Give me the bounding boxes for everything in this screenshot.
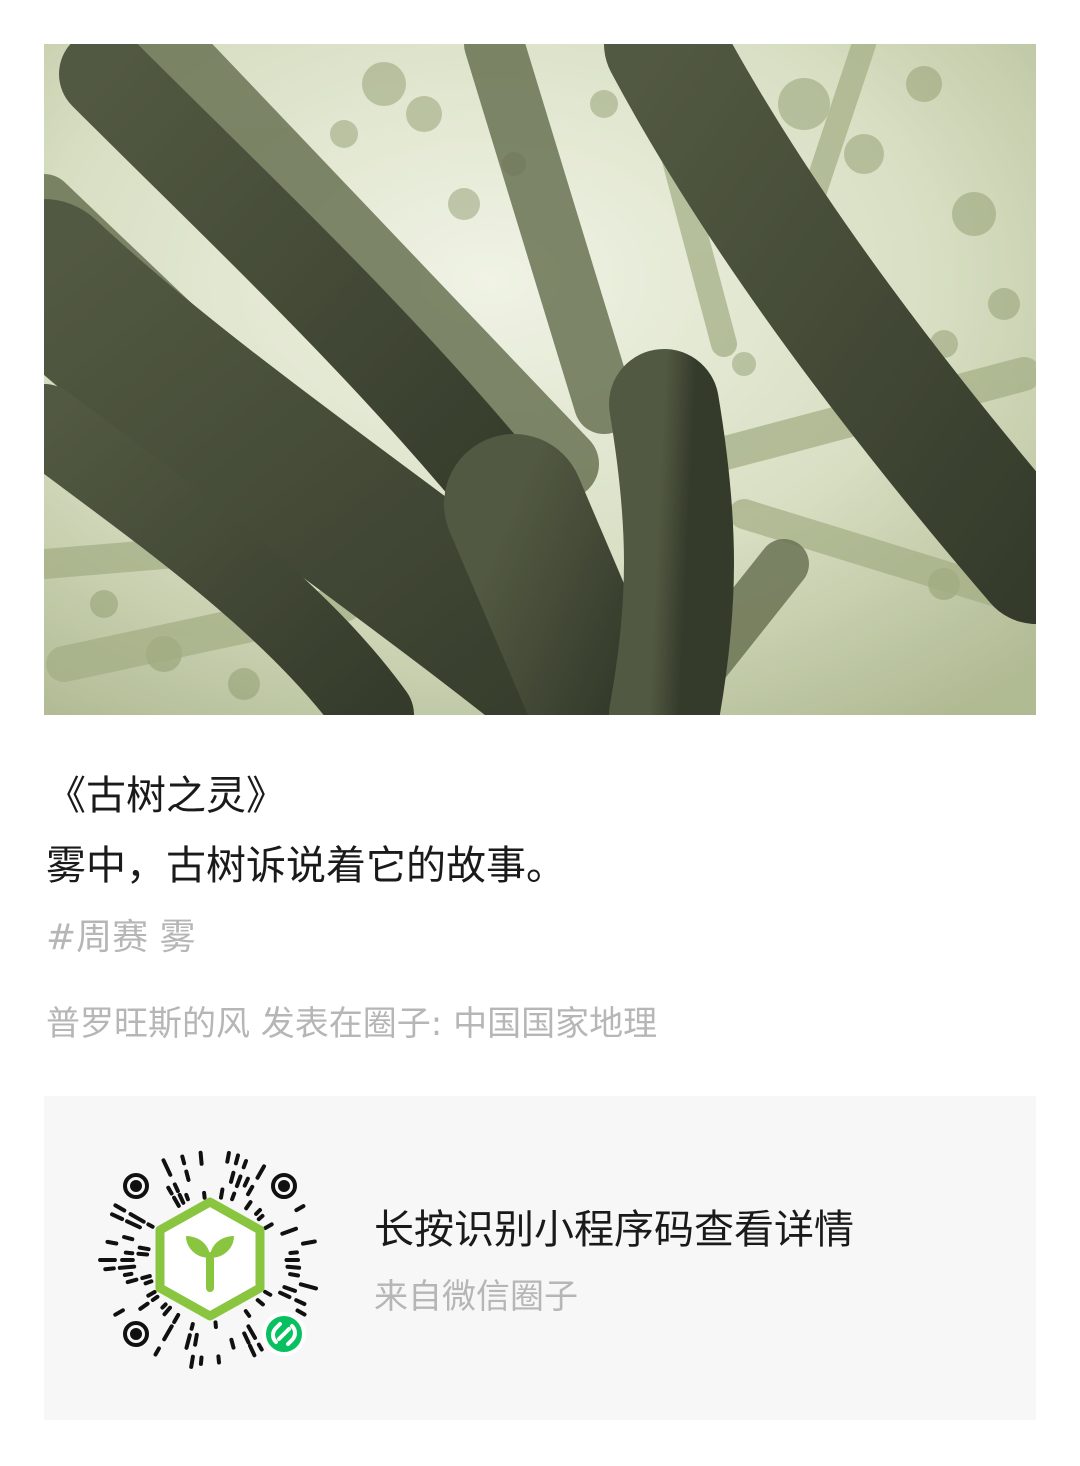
- code-dash: [288, 1250, 299, 1255]
- sprout-in-hexagon-icon: [155, 1197, 265, 1321]
- code-dash: [233, 1153, 240, 1166]
- code-dash: [189, 1322, 195, 1331]
- post-tags[interactable]: #周赛 雾: [46, 912, 196, 964]
- code-dash: [216, 1354, 221, 1365]
- code-dash: [136, 1251, 150, 1257]
- code-dash: [254, 1208, 262, 1216]
- code-dash: [125, 1277, 139, 1285]
- code-dash: [198, 1355, 204, 1366]
- code-dash: [166, 1185, 174, 1196]
- code-dash: [193, 1332, 199, 1347]
- code-dash: [150, 1294, 160, 1302]
- mini-program-code[interactable]: [88, 1138, 332, 1382]
- post-caption: 雾中，古树诉说着它的故事。: [46, 843, 566, 889]
- code-dash: [295, 1308, 307, 1317]
- code-dash: [229, 1337, 236, 1350]
- code-dash: [122, 1235, 135, 1242]
- code-dash: [263, 1289, 273, 1297]
- code-dash: [137, 1245, 151, 1252]
- code-dash: [244, 1200, 253, 1211]
- code-dash: [202, 1190, 207, 1200]
- code-dash: [143, 1279, 154, 1286]
- code-dash: [110, 1212, 125, 1221]
- code-dash: [180, 1154, 187, 1166]
- code-dash: [225, 1151, 231, 1164]
- code-dash: [219, 1187, 225, 1200]
- code-dash: [128, 1212, 146, 1224]
- code-dash: [184, 1169, 191, 1182]
- code-dash: [256, 1213, 265, 1222]
- code-dash: [117, 1264, 137, 1270]
- code-dash: [246, 1184, 255, 1197]
- code-dash: [229, 1170, 236, 1184]
- code-dash: [256, 1342, 264, 1352]
- code-dash: [248, 1343, 257, 1358]
- code-dash: [255, 1298, 265, 1307]
- code-dash: [242, 1331, 251, 1345]
- code-dash: [230, 1191, 237, 1202]
- code-dash: [123, 1250, 135, 1256]
- code-dash: [162, 1305, 172, 1317]
- code-dash: [105, 1239, 119, 1246]
- code-dash: [255, 1164, 266, 1180]
- code-dash: [294, 1298, 307, 1306]
- code-dash: [140, 1274, 152, 1281]
- mini-program-code-graphic: [98, 1150, 318, 1369]
- code-dash: [103, 1266, 116, 1272]
- post-title: 《古树之灵》: [46, 773, 286, 819]
- code-dash: [172, 1313, 181, 1324]
- code-dash: [242, 1176, 250, 1188]
- mini-program-link-icon: [262, 1312, 306, 1356]
- code-dash: [153, 1346, 161, 1357]
- mini-program-card-title: 长按识别小程序码查看详情: [374, 1207, 854, 1253]
- code-dash: [234, 1174, 243, 1188]
- code-dash: [146, 1222, 155, 1229]
- code-dash: [160, 1302, 168, 1310]
- code-dash: [146, 1290, 157, 1298]
- code-dash: [301, 1239, 317, 1246]
- code-dash: [246, 1324, 257, 1340]
- code-dash: [113, 1203, 127, 1213]
- code-dash: [125, 1219, 142, 1230]
- code-dash: [198, 1150, 204, 1166]
- code-dash: [285, 1264, 302, 1270]
- code-dash: [184, 1333, 192, 1350]
- code-dash: [189, 1354, 195, 1369]
- code-dash: [282, 1285, 297, 1293]
- code-dash: [122, 1271, 134, 1277]
- code-dash: [172, 1195, 181, 1208]
- code-dash: [280, 1226, 298, 1236]
- code-dash: [263, 1222, 274, 1230]
- code-dash: [113, 1308, 125, 1317]
- code-dash: [172, 1182, 180, 1194]
- code-dash: [278, 1290, 292, 1299]
- code-dash: [162, 1324, 174, 1342]
- post-meta[interactable]: 普罗旺斯的风 发表在圈子: 中国国家地理: [46, 998, 657, 1050]
- code-dash: [298, 1282, 318, 1291]
- post-photo[interactable]: [44, 44, 1036, 715]
- code-dash: [177, 1193, 186, 1205]
- code-dash: [288, 1272, 300, 1278]
- code-dash: [184, 1192, 190, 1202]
- mini-program-card-subtitle: 来自微信圈子: [374, 1277, 578, 1317]
- foggy-tree-image: [44, 44, 1036, 715]
- code-dash: [241, 1159, 248, 1170]
- code-dash: [294, 1204, 306, 1213]
- code-dash: [138, 1301, 150, 1311]
- code-dash: [161, 1158, 173, 1177]
- code-dash: [243, 1309, 252, 1318]
